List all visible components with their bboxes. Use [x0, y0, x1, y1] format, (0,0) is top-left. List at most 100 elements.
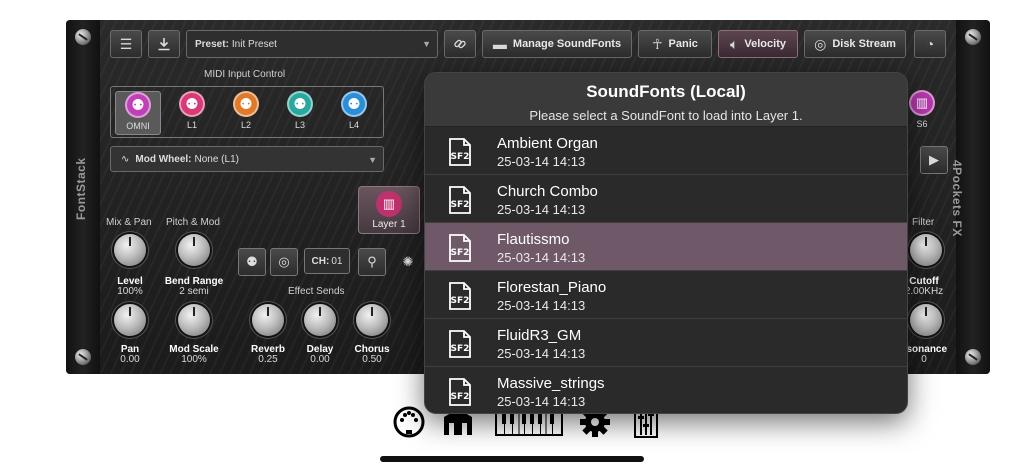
search-icon: ⚲ — [367, 254, 377, 269]
manage-soundfonts-button[interactable]: ▬ Manage SoundFonts — [482, 30, 632, 58]
preset-prefix: Preset: — [195, 38, 229, 50]
midi-learn-button[interactable]: ⚉ — [238, 248, 266, 276]
midi-channel-l1[interactable]: ⚉ L1 — [169, 91, 215, 130]
folder-icon: ▬ — [492, 36, 507, 52]
soundfont-date: 25-03-14 14:13 — [497, 250, 586, 265]
preset-selector[interactable]: Preset: Init Preset ▼ — [186, 30, 438, 58]
download-button[interactable] — [148, 30, 180, 58]
performance-button[interactable]: ◔ — [914, 30, 946, 58]
home-indicator[interactable] — [380, 456, 644, 462]
midi-channel-group: ⚉ OMNI ⚉ L1 ⚉ L2 ⚉ L3 ⚉ L4 — [110, 86, 384, 138]
popover-title: SoundFonts (Local) — [586, 82, 746, 101]
soundfont-file-icon-text: SF2 — [451, 392, 470, 402]
panic-button[interactable]: ☥ Panic — [638, 30, 712, 58]
brand-label: 4Pockets FX — [950, 160, 964, 237]
cutoff-knob[interactable] — [910, 234, 942, 266]
midi-connector-icon[interactable] — [390, 404, 428, 440]
bend-range-value: 2 semi — [179, 286, 209, 297]
list-item[interactable]: SF2 Flautissmo 25-03-14 14:13 — [425, 223, 907, 271]
midi-channel-label: L1 — [186, 120, 197, 130]
bend-range-knob[interactable] — [178, 234, 210, 266]
midi-channel-l4[interactable]: ⚉ L4 — [331, 91, 377, 130]
spiral-icon: ◎ — [278, 254, 290, 269]
disk-stream-button[interactable]: ◎ Disk Stream — [804, 30, 906, 58]
pan-knob[interactable] — [114, 304, 146, 336]
list-item[interactable]: SF2 Church Combo 25-03-14 14:13 — [425, 175, 907, 223]
midi-channel-label: OMNI — [126, 121, 150, 131]
soundfont-file-icon-text: SF2 — [451, 248, 470, 258]
menu-button[interactable]: ☰ — [110, 30, 142, 58]
list-item[interactable]: SF2 Massive_strings 25-03-14 14:13 — [425, 367, 907, 413]
soundfont-file-icon: SF2 — [449, 186, 471, 214]
screw-icon — [75, 29, 91, 45]
soundfont-date: 25-03-14 14:13 — [497, 298, 586, 313]
soundfont-file-icon-text: SF2 — [451, 296, 470, 306]
filter-title: Filter — [912, 217, 935, 228]
delay-knob[interactable] — [304, 304, 336, 336]
mod-scale-knob[interactable] — [178, 304, 210, 336]
dropdown-arrow-icon: ▼ — [422, 39, 431, 49]
waveform-icon: ∿ — [121, 153, 130, 165]
midi-connector-icon — [393, 406, 425, 438]
soundfont-file-icon: SF2 — [449, 138, 471, 166]
chorus-knob[interactable] — [356, 304, 388, 336]
speaker-icon: 🔈︎ — [730, 35, 739, 52]
soundfont-name: FluidR3_GM — [497, 327, 582, 344]
piano-icon: ▥ — [376, 191, 402, 217]
soundfont-file-icon-text: SF2 — [451, 152, 470, 162]
level-knob[interactable] — [114, 234, 146, 266]
gauge-icon: ◔ — [925, 36, 935, 52]
mod-scale-value: 100% — [181, 354, 207, 365]
list-item[interactable]: SF2 Florestan_Piano 25-03-14 14:13 — [425, 271, 907, 319]
spiral-button[interactable]: ◎ — [270, 248, 298, 276]
velocity-label: Velocity — [744, 38, 786, 50]
soundfonts-popover: SoundFonts (Local) Please select a Sound… — [424, 72, 908, 414]
app-name-label: FontStack — [74, 157, 88, 220]
midi-channel-label: L3 — [294, 120, 305, 130]
midi-connector-icon: ⚉ — [246, 254, 258, 269]
soundfont-name: Church Combo — [497, 183, 598, 200]
soundfont-file-icon: SF2 — [449, 330, 471, 358]
disk-icon: ◎ — [814, 35, 827, 52]
mod-wheel-prefix: Mod Wheel: — [135, 153, 192, 165]
midi-connector-icon: ⚉ — [233, 91, 259, 117]
soundfont-date: 25-03-14 14:13 — [497, 202, 586, 217]
piano-icon: ▥ — [909, 90, 935, 116]
mix-pan-title: Mix & Pan — [106, 217, 152, 228]
list-item[interactable]: SF2 FluidR3_GM 25-03-14 14:13 — [425, 319, 907, 367]
layer-1-label: Layer 1 — [372, 219, 406, 230]
mod-wheel-selector[interactable]: ∿ Mod Wheel: None (L1) ▼ — [110, 146, 384, 172]
list-item[interactable]: SF2 Ambient Organ 25-03-14 14:13 — [425, 127, 907, 175]
texture-icon: ✺ — [402, 254, 414, 269]
link-button[interactable] — [444, 30, 476, 58]
velocity-button[interactable]: 🔈︎ Velocity — [718, 30, 798, 58]
link-icon — [454, 39, 466, 49]
disk-stream-label: Disk Stream — [832, 38, 896, 50]
channel-value: 01 — [331, 255, 343, 267]
midi-channel-l3[interactable]: ⚉ L3 — [277, 91, 323, 130]
resonance-knob[interactable] — [910, 304, 942, 336]
screw-icon — [75, 349, 91, 365]
layer-1-button[interactable]: ▥ Layer 1 — [358, 186, 420, 234]
screw-icon — [965, 349, 981, 365]
midi-channel-s6[interactable]: ▥ S6 — [904, 90, 940, 134]
texture-button[interactable]: ✺ — [394, 248, 422, 276]
play-button[interactable]: ▶ — [920, 146, 948, 174]
soundfont-list: SF2 Ambient Organ 25-03-14 14:13 SF2 Church … — [425, 127, 907, 413]
reverb-knob[interactable] — [252, 304, 284, 336]
panic-label: Panic — [668, 38, 698, 50]
midi-connector-icon: ⚉ — [287, 91, 313, 117]
download-icon — [158, 38, 170, 51]
search-button[interactable]: ⚲ — [358, 248, 386, 276]
mod-wheel-value: None (L1) — [194, 153, 239, 165]
manage-soundfonts-label: Manage SoundFonts — [512, 38, 622, 50]
popover-subtitle: Please select a SoundFont to load into L… — [529, 108, 803, 123]
soundfont-file-icon: SF2 — [449, 234, 471, 262]
chorus-value: 0.50 — [362, 354, 382, 365]
midi-channel-l2[interactable]: ⚉ L2 — [223, 91, 269, 130]
soundfont-file-icon: SF2 — [449, 282, 471, 310]
screw-icon — [965, 29, 981, 45]
midi-channel-omni[interactable]: ⚉ OMNI — [115, 91, 161, 135]
pitch-mod-title: Pitch & Mod — [166, 217, 220, 228]
channel-selector[interactable]: CH: 01 — [304, 248, 350, 274]
